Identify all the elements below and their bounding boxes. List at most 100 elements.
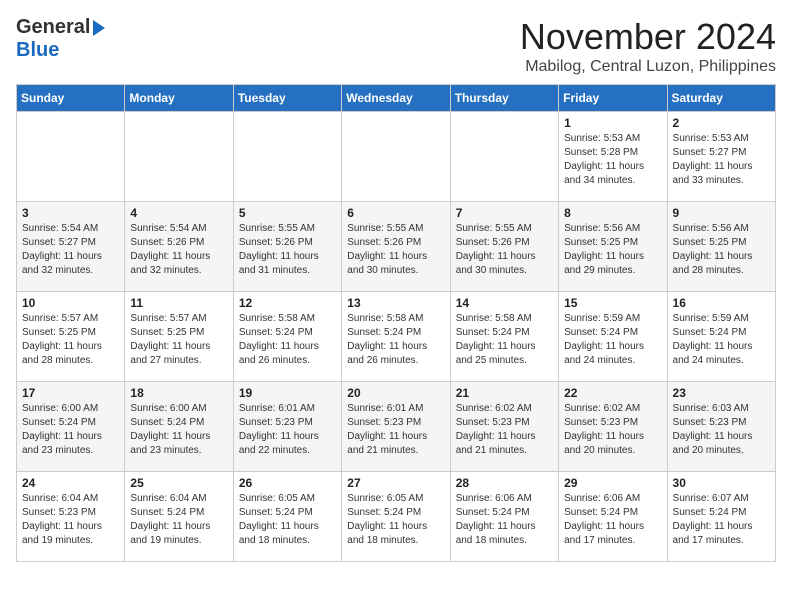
day-info: Sunrise: 5:59 AM Sunset: 5:24 PM Dayligh…: [564, 312, 661, 368]
day-number: 25: [130, 476, 227, 490]
day-number: 24: [22, 476, 119, 490]
logo-general: General: [16, 16, 90, 39]
day-number: 15: [564, 296, 661, 310]
day-number: 20: [347, 386, 444, 400]
calendar-cell: 29 Sunrise: 6:06 AM Sunset: 5:24 PM Dayli…: [559, 472, 667, 562]
calendar-cell: [342, 112, 450, 202]
calendar-header-row: SundayMondayTuesdayWednesdayThursdayFrid…: [17, 85, 776, 112]
day-info: Sunrise: 6:04 AM Sunset: 5:24 PM Dayligh…: [130, 492, 227, 548]
calendar-cell: 19 Sunrise: 6:01 AM Sunset: 5:23 PM Dayli…: [233, 382, 341, 472]
day-info: Sunrise: 6:03 AM Sunset: 5:23 PM Dayligh…: [673, 402, 770, 458]
day-number: 18: [130, 386, 227, 400]
calendar-header-sunday: Sunday: [17, 85, 125, 112]
calendar-table: SundayMondayTuesdayWednesdayThursdayFrid…: [16, 84, 776, 562]
day-info: Sunrise: 6:06 AM Sunset: 5:24 PM Dayligh…: [564, 492, 661, 548]
day-number: 1: [564, 116, 661, 130]
day-number: 14: [456, 296, 553, 310]
calendar-week-row: 17Sunrise: 6:00 AM Sunset: 5:24 PM Dayli…: [17, 382, 776, 472]
calendar-cell: 4Sunrise: 5:54 AM Sunset: 5:26 PM Daylig…: [125, 202, 233, 292]
calendar-cell: 11 Sunrise: 5:57 AM Sunset: 5:25 PM Dayli…: [125, 292, 233, 382]
calendar-cell: 8 Sunrise: 5:56 AM Sunset: 5:25 PM Daylig…: [559, 202, 667, 292]
logo: General Blue: [16, 16, 105, 62]
calendar-header-saturday: Saturday: [667, 85, 775, 112]
day-info: Sunrise: 5:57 AM Sunset: 5:25 PM Dayligh…: [22, 312, 119, 368]
day-number: 3: [22, 206, 119, 220]
day-number: 29: [564, 476, 661, 490]
page-title: November 2024: [520, 16, 776, 58]
day-number: 23: [673, 386, 770, 400]
day-number: 19: [239, 386, 336, 400]
day-info: Sunrise: 6:05 AM Sunset: 5:24 PM Dayligh…: [239, 492, 336, 548]
day-number: 11: [130, 296, 227, 310]
day-number: 16: [673, 296, 770, 310]
calendar-cell: 7 Sunrise: 5:55 AM Sunset: 5:26 PM Daylig…: [450, 202, 558, 292]
calendar-cell: 5 Sunrise: 5:55 AM Sunset: 5:26 PM Daylig…: [233, 202, 341, 292]
calendar-header-thursday: Thursday: [450, 85, 558, 112]
day-info: Sunrise: 5:53 AM Sunset: 5:28 PM Dayligh…: [564, 132, 661, 188]
calendar-week-row: 3 Sunrise: 5:54 AM Sunset: 5:27 PM Daylig…: [17, 202, 776, 292]
day-number: 7: [456, 206, 553, 220]
calendar-cell: 18 Sunrise: 6:00 AM Sunset: 5:24 PM Dayli…: [125, 382, 233, 472]
calendar-cell: 1 Sunrise: 5:53 AM Sunset: 5:28 PM Daylig…: [559, 112, 667, 202]
page-header: General Blue November 2024 Mabilog, Cent…: [16, 16, 776, 76]
calendar-header-monday: Monday: [125, 85, 233, 112]
day-info: Sunrise: 6:01 AM Sunset: 5:23 PM Dayligh…: [239, 402, 336, 458]
day-info: Sunrise: 5:53 AM Sunset: 5:27 PM Dayligh…: [673, 132, 770, 188]
calendar-header-wednesday: Wednesday: [342, 85, 450, 112]
day-info: Sunrise: 5:55 AM Sunset: 5:26 PM Dayligh…: [456, 222, 553, 278]
calendar-cell: 24 Sunrise: 6:04 AM Sunset: 5:23 PM Dayli…: [17, 472, 125, 562]
calendar-cell: 23 Sunrise: 6:03 AM Sunset: 5:23 PM Dayli…: [667, 382, 775, 472]
day-info: Sunrise: 6:01 AM Sunset: 5:23 PM Dayligh…: [347, 402, 444, 458]
calendar-cell: 26 Sunrise: 6:05 AM Sunset: 5:24 PM Dayli…: [233, 472, 341, 562]
calendar-week-row: 24 Sunrise: 6:04 AM Sunset: 5:23 PM Dayli…: [17, 472, 776, 562]
day-number: 13: [347, 296, 444, 310]
calendar-week-row: 1 Sunrise: 5:53 AM Sunset: 5:28 PM Daylig…: [17, 112, 776, 202]
day-info: Sunrise: 6:00 AM Sunset: 5:24 PM Dayligh…: [130, 402, 227, 458]
title-block: November 2024 Mabilog, Central Luzon, Ph…: [520, 16, 776, 76]
day-info: Sunrise: 6:06 AM Sunset: 5:24 PM Dayligh…: [456, 492, 553, 548]
day-info: Sunrise: 6:05 AM Sunset: 5:24 PM Dayligh…: [347, 492, 444, 548]
day-number: 28: [456, 476, 553, 490]
calendar-cell: 25 Sunrise: 6:04 AM Sunset: 5:24 PM Dayli…: [125, 472, 233, 562]
day-number: 12: [239, 296, 336, 310]
calendar-cell: [450, 112, 558, 202]
day-number: 27: [347, 476, 444, 490]
calendar-cell: 28 Sunrise: 6:06 AM Sunset: 5:24 PM Dayli…: [450, 472, 558, 562]
day-info: Sunrise: 5:58 AM Sunset: 5:24 PM Dayligh…: [456, 312, 553, 368]
day-number: 4: [130, 206, 227, 220]
day-number: 5: [239, 206, 336, 220]
calendar-cell: 27 Sunrise: 6:05 AM Sunset: 5:24 PM Dayli…: [342, 472, 450, 562]
day-info: Sunrise: 5:56 AM Sunset: 5:25 PM Dayligh…: [564, 222, 661, 278]
day-info: Sunrise: 5:58 AM Sunset: 5:24 PM Dayligh…: [347, 312, 444, 368]
day-number: 8: [564, 206, 661, 220]
calendar-cell: 9Sunrise: 5:56 AM Sunset: 5:25 PM Daylig…: [667, 202, 775, 292]
logo-arrow-icon: [93, 20, 105, 36]
calendar-header-tuesday: Tuesday: [233, 85, 341, 112]
day-info: Sunrise: 5:55 AM Sunset: 5:26 PM Dayligh…: [239, 222, 336, 278]
calendar-cell: 30Sunrise: 6:07 AM Sunset: 5:24 PM Dayli…: [667, 472, 775, 562]
day-info: Sunrise: 5:57 AM Sunset: 5:25 PM Dayligh…: [130, 312, 227, 368]
calendar-cell: 3 Sunrise: 5:54 AM Sunset: 5:27 PM Daylig…: [17, 202, 125, 292]
day-number: 30: [673, 476, 770, 490]
calendar-cell: 6Sunrise: 5:55 AM Sunset: 5:26 PM Daylig…: [342, 202, 450, 292]
calendar-cell: 10 Sunrise: 5:57 AM Sunset: 5:25 PM Dayli…: [17, 292, 125, 382]
day-info: Sunrise: 5:56 AM Sunset: 5:25 PM Dayligh…: [673, 222, 770, 278]
day-info: Sunrise: 5:58 AM Sunset: 5:24 PM Dayligh…: [239, 312, 336, 368]
calendar-cell: 20 Sunrise: 6:01 AM Sunset: 5:23 PM Dayli…: [342, 382, 450, 472]
calendar-cell: 14 Sunrise: 5:58 AM Sunset: 5:24 PM Dayli…: [450, 292, 558, 382]
day-number: 26: [239, 476, 336, 490]
calendar-cell: [233, 112, 341, 202]
calendar-cell: 2Sunrise: 5:53 AM Sunset: 5:27 PM Daylig…: [667, 112, 775, 202]
day-info: Sunrise: 5:55 AM Sunset: 5:26 PM Dayligh…: [347, 222, 444, 278]
calendar-cell: [17, 112, 125, 202]
calendar-cell: 12 Sunrise: 5:58 AM Sunset: 5:24 PM Dayli…: [233, 292, 341, 382]
day-info: Sunrise: 5:59 AM Sunset: 5:24 PM Dayligh…: [673, 312, 770, 368]
day-number: 21: [456, 386, 553, 400]
calendar-cell: 16 Sunrise: 5:59 AM Sunset: 5:24 PM Dayli…: [667, 292, 775, 382]
calendar-cell: 13 Sunrise: 5:58 AM Sunset: 5:24 PM Dayli…: [342, 292, 450, 382]
day-number: 10: [22, 296, 119, 310]
calendar-cell: 15 Sunrise: 5:59 AM Sunset: 5:24 PM Dayli…: [559, 292, 667, 382]
calendar-cell: [125, 112, 233, 202]
day-info: Sunrise: 6:04 AM Sunset: 5:23 PM Dayligh…: [22, 492, 119, 548]
day-info: Sunrise: 5:54 AM Sunset: 5:27 PM Dayligh…: [22, 222, 119, 278]
